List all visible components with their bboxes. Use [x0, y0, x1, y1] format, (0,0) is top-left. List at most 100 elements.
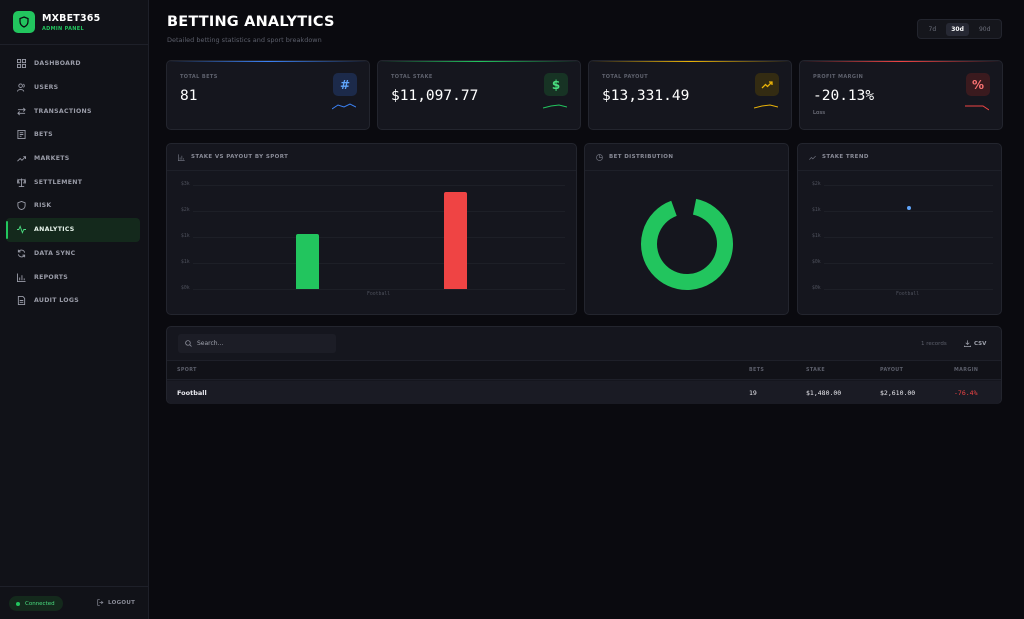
y-tick-label: $1k: [181, 234, 190, 239]
connection-status-text: Connected: [25, 600, 55, 607]
arrows-icon: [17, 107, 26, 116]
donut-slice[interactable]: [641, 198, 733, 290]
stat-value: -20.13%: [813, 88, 875, 104]
connection-status-badge: Connected: [9, 596, 63, 611]
panel-header: STAKE VS PAYOUT BY SPORT: [167, 144, 576, 171]
sidebar-item-users[interactable]: USERS: [6, 76, 140, 100]
x-tick-label: Football: [896, 292, 920, 297]
trend-point[interactable]: [907, 206, 911, 211]
y-tick-label: $1k: [812, 234, 821, 239]
panel-header: BET DISTRIBUTION: [585, 144, 788, 171]
time-range-selector: 7d 30d 90d: [917, 19, 1002, 39]
brand-subtitle: ADMIN PANEL: [42, 25, 84, 32]
status-dot-icon: [16, 601, 20, 606]
sidebar-nav: DASHBOARD USERS TRANSACTIONS BETS MARKET…: [0, 45, 148, 313]
gridline: [193, 263, 565, 264]
sidebar-item-data-sync[interactable]: DATA SYNC: [6, 242, 140, 266]
column-header-payout[interactable]: PAYOUT: [880, 368, 903, 373]
brand[interactable]: MXBET365 ADMIN PANEL: [0, 0, 148, 45]
export-csv-button[interactable]: CSV: [964, 337, 986, 350]
y-tick-label: $0k: [812, 286, 821, 291]
sidebar-item-audit-logs[interactable]: AUDIT LOGS: [6, 289, 140, 313]
page-subtitle: Detailed betting statistics and sport br…: [167, 36, 322, 44]
panel-header: STAKE TREND: [798, 144, 1001, 171]
gridline: [824, 237, 993, 238]
column-header-margin[interactable]: MARGIN: [954, 368, 978, 373]
gridline: [193, 237, 565, 238]
logout-button[interactable]: LOGOUT: [97, 599, 135, 606]
sidebar-item-transactions[interactable]: TRANSACTIONS: [6, 99, 140, 123]
bar-chart: $0k $1k $1k $2k $3k Football: [167, 171, 578, 316]
page-title: BETTING ANALYTICS: [167, 14, 335, 30]
stat-value: 81: [180, 88, 198, 104]
y-tick-label: $0k: [181, 286, 190, 291]
search-icon: [185, 340, 192, 347]
column-header-bets[interactable]: BETS: [749, 368, 764, 373]
pie-icon: [596, 153, 603, 161]
cell-sport: Football: [177, 389, 207, 397]
bar[interactable]: [295, 234, 319, 289]
sidebar-item-settlement[interactable]: SETTLEMENT: [6, 170, 140, 194]
gridline: [193, 185, 565, 186]
stat-card-total-payout: TOTAL PAYOUT $13,331.49: [588, 60, 792, 130]
logout-label: LOGOUT: [108, 599, 136, 606]
bet-distribution-panel: BET DISTRIBUTION: [584, 143, 789, 315]
stake-vs-payout-panel: STAKE VS PAYOUT BY SPORT $0k $1k $1k $2k $3k…: [166, 143, 577, 315]
sidebar-item-analytics[interactable]: ANALYTICS: [6, 217, 140, 242]
column-header-sport[interactable]: SPORT: [177, 368, 197, 373]
column-header-stake[interactable]: STAKE: [806, 368, 825, 373]
csv-label: CSV: [974, 340, 987, 347]
gridline: [824, 289, 993, 290]
trending-up-icon: [809, 155, 816, 160]
stat-value: $11,097.77: [391, 88, 479, 104]
stake-trend-panel: STAKE TREND $0k $0k $1k $1k $2k Football: [797, 143, 1002, 315]
stat-card-total-bets: TOTAL BETS 81 #: [166, 60, 370, 130]
panel-title: STAKE VS PAYOUT BY SPORT: [191, 154, 289, 160]
stat-value: $13,331.49: [602, 88, 690, 104]
users-icon: [17, 83, 26, 92]
sidebar-item-risk[interactable]: RISK: [6, 194, 140, 218]
sidebar-item-dashboard[interactable]: DASHBOARD: [6, 52, 140, 76]
scale-icon: [17, 178, 26, 187]
sparkline-icon: [754, 104, 778, 109]
cell-payout: $2,610.00: [880, 389, 916, 397]
trending-up-icon: [17, 154, 26, 163]
cell-stake: $1,480.00: [806, 389, 842, 397]
sparkline-icon: [965, 105, 989, 111]
y-tick-label: $2k: [181, 208, 190, 213]
trend-chart: $0k $0k $1k $1k $2k Football: [798, 171, 1003, 316]
donut-chart: [641, 198, 733, 290]
cell-bets: 19: [749, 389, 757, 397]
percent-icon: %: [966, 73, 990, 96]
range-option-7d[interactable]: 7d: [924, 23, 942, 36]
y-tick-label: $3k: [181, 182, 190, 187]
y-tick-label: $0k: [812, 260, 821, 265]
sports-table-panel: Search... 1 records CSV SPORT BETS STAKE…: [166, 326, 1002, 404]
range-option-90d[interactable]: 90d: [974, 23, 995, 36]
y-tick-label: $1k: [812, 208, 821, 213]
panel-title: BET DISTRIBUTION: [609, 154, 674, 160]
sidebar-item-bets[interactable]: BETS: [6, 123, 140, 147]
table-row[interactable]: Football 19 $1,480.00 $2,610.00 -76.4%: [167, 381, 1001, 404]
range-option-30d[interactable]: 30d: [946, 22, 969, 36]
stat-card-profit-margin: PROFIT MARGIN -20.13% Loss %: [799, 60, 1003, 130]
y-tick-label: $1k: [181, 260, 190, 265]
stat-label: TOTAL STAKE: [391, 74, 433, 80]
panel-title: STAKE TREND: [822, 154, 869, 160]
shield-icon: [17, 201, 26, 211]
grid-icon: [17, 59, 26, 69]
x-tick-label: Football: [367, 292, 391, 297]
sidebar-item-label: DATA SYNC: [34, 249, 76, 257]
download-icon: [964, 340, 971, 347]
sidebar-item-label: TRANSACTIONS: [34, 107, 92, 115]
sidebar-item-label: AUDIT LOGS: [34, 297, 79, 305]
sidebar-item-reports[interactable]: REPORTS: [6, 265, 140, 289]
gridline: [193, 211, 565, 212]
refresh-icon: [17, 249, 26, 258]
sidebar-item-markets[interactable]: MARKETS: [6, 147, 140, 171]
search-input[interactable]: Search...: [178, 334, 336, 353]
gridline: [824, 185, 993, 186]
bar[interactable]: [443, 192, 467, 289]
y-tick-label: $2k: [812, 182, 821, 187]
sidebar-footer: Connected LOGOUT: [0, 586, 148, 619]
